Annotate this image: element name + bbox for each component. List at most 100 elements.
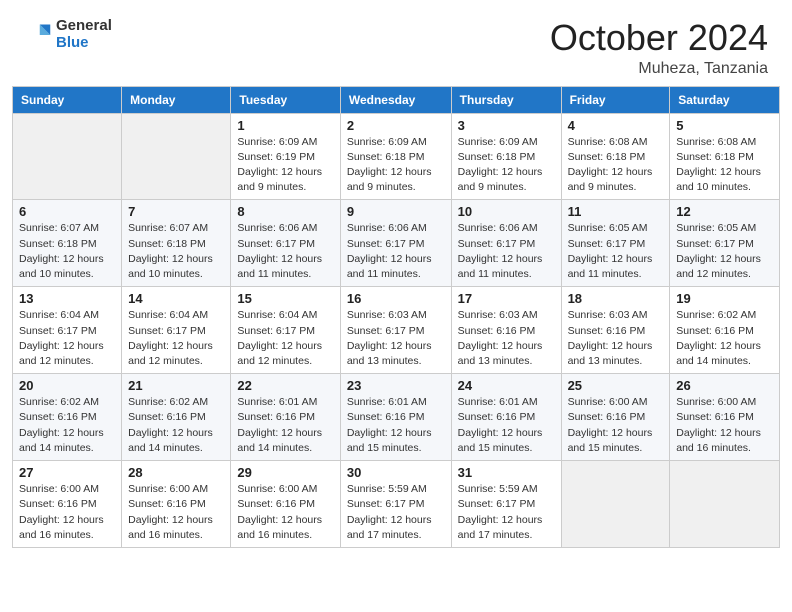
calendar-week-row: 20 Sunrise: 6:02 AM Sunset: 6:16 PM Dayli… [13,374,780,461]
day-info: Sunrise: 6:01 AM Sunset: 6:16 PM Dayligh… [458,395,555,456]
calendar-cell: 4 Sunrise: 6:08 AM Sunset: 6:18 PM Daylig… [561,113,670,200]
calendar-cell: 15 Sunrise: 6:04 AM Sunset: 6:17 PM Dayli… [231,287,340,374]
day-number: 6 [19,204,115,219]
logo-blue-text: Blue [56,35,112,52]
day-number: 18 [568,291,664,306]
day-info: Sunrise: 6:04 AM Sunset: 6:17 PM Dayligh… [19,308,115,369]
day-info: Sunrise: 5:59 AM Sunset: 6:17 PM Dayligh… [347,482,445,543]
weekday-header: Saturday [670,86,780,113]
day-info: Sunrise: 6:01 AM Sunset: 6:16 PM Dayligh… [347,395,445,456]
calendar-cell: 5 Sunrise: 6:08 AM Sunset: 6:18 PM Daylig… [670,113,780,200]
weekday-header: Tuesday [231,86,340,113]
day-number: 7 [128,204,224,219]
calendar-cell: 26 Sunrise: 6:00 AM Sunset: 6:16 PM Dayli… [670,374,780,461]
day-info: Sunrise: 6:06 AM Sunset: 6:17 PM Dayligh… [458,221,555,282]
day-info: Sunrise: 6:09 AM Sunset: 6:19 PM Dayligh… [237,135,333,196]
calendar-cell [670,461,780,548]
weekday-header: Thursday [451,86,561,113]
day-info: Sunrise: 6:01 AM Sunset: 6:16 PM Dayligh… [237,395,333,456]
calendar-cell: 31Sunrise: 5:59 AM Sunset: 6:17 PM Dayli… [451,461,561,548]
day-number: 26 [676,378,773,393]
calendar-cell: 20 Sunrise: 6:02 AM Sunset: 6:16 PM Dayli… [13,374,122,461]
calendar-cell: 11Sunrise: 6:05 AM Sunset: 6:17 PM Dayli… [561,200,670,287]
day-info: Sunrise: 6:00 AM Sunset: 6:16 PM Dayligh… [128,482,224,543]
calendar-cell: 22 Sunrise: 6:01 AM Sunset: 6:16 PM Dayli… [231,374,340,461]
calendar-week-row: 13Sunrise: 6:04 AM Sunset: 6:17 PM Dayli… [13,287,780,374]
page: General Blue October 2024 Muheza, Tanzan… [0,0,792,612]
calendar-cell: 2 Sunrise: 6:09 AM Sunset: 6:18 PM Daylig… [340,113,451,200]
day-number: 22 [237,378,333,393]
calendar-cell: 19Sunrise: 6:02 AM Sunset: 6:16 PM Dayli… [670,287,780,374]
day-info: Sunrise: 6:07 AM Sunset: 6:18 PM Dayligh… [19,221,115,282]
day-number: 10 [458,204,555,219]
calendar-cell [122,113,231,200]
day-info: Sunrise: 6:03 AM Sunset: 6:16 PM Dayligh… [568,308,664,369]
calendar-table: SundayMondayTuesdayWednesdayThursdayFrid… [12,86,780,548]
calendar-cell: 29Sunrise: 6:00 AM Sunset: 6:16 PM Dayli… [231,461,340,548]
day-info: Sunrise: 6:04 AM Sunset: 6:17 PM Dayligh… [237,308,333,369]
day-info: Sunrise: 6:08 AM Sunset: 6:18 PM Dayligh… [568,135,664,196]
logo: General Blue [24,18,112,51]
month-title: October 2024 [550,18,768,58]
day-number: 20 [19,378,115,393]
weekday-header: Sunday [13,86,122,113]
weekday-header: Monday [122,86,231,113]
calendar-cell: 16Sunrise: 6:03 AM Sunset: 6:17 PM Dayli… [340,287,451,374]
calendar-cell [13,113,122,200]
calendar-wrapper: SundayMondayTuesdayWednesdayThursdayFrid… [0,86,792,560]
day-number: 9 [347,204,445,219]
day-number: 3 [458,118,555,133]
calendar-cell: 21Sunrise: 6:02 AM Sunset: 6:16 PM Dayli… [122,374,231,461]
day-number: 5 [676,118,773,133]
day-number: 4 [568,118,664,133]
day-number: 28 [128,465,224,480]
day-info: Sunrise: 6:02 AM Sunset: 6:16 PM Dayligh… [19,395,115,456]
day-info: Sunrise: 6:02 AM Sunset: 6:16 PM Dayligh… [128,395,224,456]
day-number: 23 [347,378,445,393]
header: General Blue October 2024 Muheza, Tanzan… [0,0,792,86]
calendar-cell: 3 Sunrise: 6:09 AM Sunset: 6:18 PM Daylig… [451,113,561,200]
day-number: 11 [568,204,664,219]
day-number: 8 [237,204,333,219]
day-info: Sunrise: 6:06 AM Sunset: 6:17 PM Dayligh… [347,221,445,282]
day-number: 15 [237,291,333,306]
day-info: Sunrise: 6:02 AM Sunset: 6:16 PM Dayligh… [676,308,773,369]
day-info: Sunrise: 6:08 AM Sunset: 6:18 PM Dayligh… [676,135,773,196]
day-info: Sunrise: 6:04 AM Sunset: 6:17 PM Dayligh… [128,308,224,369]
calendar-cell: 9 Sunrise: 6:06 AM Sunset: 6:17 PM Daylig… [340,200,451,287]
day-number: 27 [19,465,115,480]
calendar-cell: 30Sunrise: 5:59 AM Sunset: 6:17 PM Dayli… [340,461,451,548]
calendar-cell: 10 Sunrise: 6:06 AM Sunset: 6:17 PM Dayli… [451,200,561,287]
weekday-header: Friday [561,86,670,113]
calendar-cell: 14 Sunrise: 6:04 AM Sunset: 6:17 PM Dayli… [122,287,231,374]
day-number: 31 [458,465,555,480]
day-info: Sunrise: 6:00 AM Sunset: 6:16 PM Dayligh… [19,482,115,543]
day-number: 14 [128,291,224,306]
day-number: 12 [676,204,773,219]
logo-general-text: General [56,18,112,35]
calendar-week-row: 6 Sunrise: 6:07 AM Sunset: 6:18 PM Daylig… [13,200,780,287]
day-info: Sunrise: 6:00 AM Sunset: 6:16 PM Dayligh… [676,395,773,456]
logo-icon [24,21,52,49]
calendar-cell: 8 Sunrise: 6:06 AM Sunset: 6:17 PM Daylig… [231,200,340,287]
calendar-cell: 18 Sunrise: 6:03 AM Sunset: 6:16 PM Dayli… [561,287,670,374]
day-info: Sunrise: 6:03 AM Sunset: 6:17 PM Dayligh… [347,308,445,369]
calendar-cell: 25Sunrise: 6:00 AM Sunset: 6:16 PM Dayli… [561,374,670,461]
day-number: 24 [458,378,555,393]
calendar-header-row: SundayMondayTuesdayWednesdayThursdayFrid… [13,86,780,113]
calendar-cell: 27 Sunrise: 6:00 AM Sunset: 6:16 PM Dayli… [13,461,122,548]
calendar-cell [561,461,670,548]
calendar-cell: 7Sunrise: 6:07 AM Sunset: 6:18 PM Daylig… [122,200,231,287]
logo-text: General Blue [56,18,112,51]
calendar-week-row: 27 Sunrise: 6:00 AM Sunset: 6:16 PM Dayli… [13,461,780,548]
day-info: Sunrise: 6:05 AM Sunset: 6:17 PM Dayligh… [676,221,773,282]
day-info: Sunrise: 6:09 AM Sunset: 6:18 PM Dayligh… [347,135,445,196]
calendar-week-row: 1Sunrise: 6:09 AM Sunset: 6:19 PM Daylig… [13,113,780,200]
day-info: Sunrise: 6:06 AM Sunset: 6:17 PM Dayligh… [237,221,333,282]
day-info: Sunrise: 6:09 AM Sunset: 6:18 PM Dayligh… [458,135,555,196]
calendar-cell: 13Sunrise: 6:04 AM Sunset: 6:17 PM Dayli… [13,287,122,374]
day-info: Sunrise: 6:00 AM Sunset: 6:16 PM Dayligh… [237,482,333,543]
calendar-cell: 28 Sunrise: 6:00 AM Sunset: 6:16 PM Dayli… [122,461,231,548]
calendar-cell: 12 Sunrise: 6:05 AM Sunset: 6:17 PM Dayli… [670,200,780,287]
day-number: 2 [347,118,445,133]
